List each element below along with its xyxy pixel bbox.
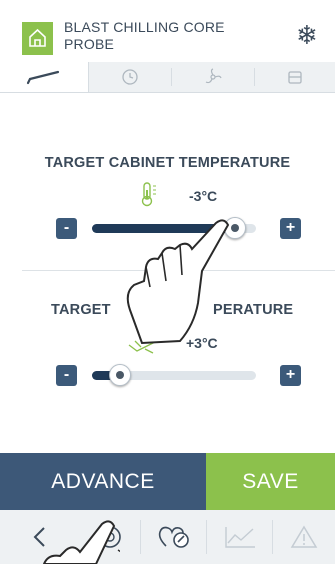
probe-slider-knob[interactable] [109,364,131,386]
probe-icon [26,70,60,85]
clock-icon [122,69,138,85]
home-icon [29,28,46,47]
tab-probe[interactable] [0,62,89,92]
advance-button[interactable]: ADVANCE [0,453,206,510]
pointer-hand-icon [42,520,120,564]
warning-icon [290,525,318,548]
cabinet-temperature-label: TARGET CABINET TEMPERATURE [44,155,291,171]
graph-icon [224,527,255,548]
nav-graph[interactable] [207,510,272,564]
probe-temperature-label-left: TARGET [51,302,111,318]
tab-clock[interactable] [89,62,171,92]
thermometer-icon [141,182,156,207]
tab-tray[interactable] [255,62,335,92]
probe-increase-button[interactable]: + [280,365,301,386]
page-title: BLAST CHILLING CORE PROBE [64,19,225,52]
probe-decrease-button[interactable]: - [56,365,77,386]
pointer-hand-icon [126,219,230,345]
home-button[interactable] [22,22,53,55]
tab-bar [0,62,335,93]
header: BLAST CHILLING CORE PROBE ❄ [0,0,335,62]
cabinet-temperature-value: -3°C [189,188,218,204]
cabinet-increase-button[interactable]: + [280,218,301,239]
tab-fan[interactable] [172,62,254,92]
nav-warning[interactable] [273,510,335,564]
nav-favorites[interactable] [141,510,206,564]
tray-icon [288,71,302,84]
snowflake-icon: ❄ [296,20,318,50]
save-button[interactable]: SAVE [206,453,335,510]
cabinet-decrease-button[interactable]: - [56,218,77,239]
favorites-icon [158,526,189,548]
fan-icon [205,68,222,84]
